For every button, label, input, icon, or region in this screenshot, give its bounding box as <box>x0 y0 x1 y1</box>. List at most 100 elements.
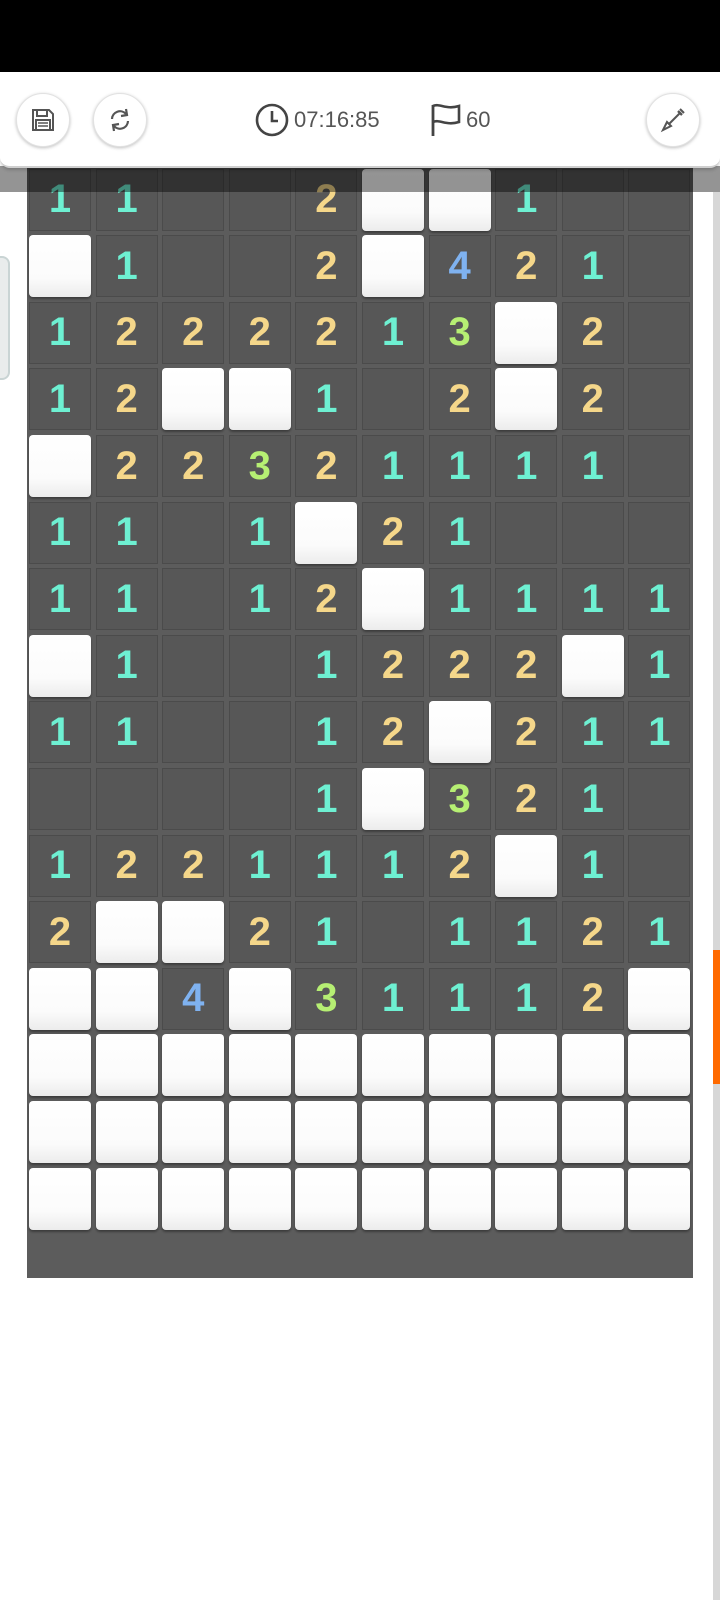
unopened-cell[interactable] <box>428 1034 491 1097</box>
number-cell[interactable]: 1 <box>561 768 624 830</box>
unopened-cell[interactable] <box>495 834 558 897</box>
number-cell[interactable]: 2 <box>561 967 624 1030</box>
number-cell[interactable]: 1 <box>295 634 358 697</box>
unopened-cell[interactable] <box>428 1167 491 1230</box>
unopened-cell[interactable] <box>162 901 225 964</box>
number-cell[interactable]: 2 <box>362 501 424 564</box>
empty-cell[interactable] <box>362 368 424 431</box>
number-cell[interactable]: 1 <box>495 901 558 964</box>
unopened-cell[interactable] <box>295 1034 358 1097</box>
number-cell[interactable]: 2 <box>295 301 358 364</box>
unopened-cell[interactable] <box>95 1167 158 1230</box>
number-cell[interactable]: 2 <box>428 368 491 431</box>
number-cell[interactable]: 1 <box>628 568 691 631</box>
number-cell[interactable]: 2 <box>95 435 158 497</box>
empty-cell[interactable] <box>162 568 225 631</box>
unopened-cell[interactable] <box>228 1034 291 1097</box>
number-cell[interactable]: 3 <box>428 768 491 830</box>
number-cell[interactable]: 2 <box>295 568 358 631</box>
number-cell[interactable]: 1 <box>428 435 491 497</box>
number-cell[interactable]: 1 <box>29 368 91 431</box>
unopened-cell[interactable] <box>95 1101 158 1163</box>
number-cell[interactable]: 1 <box>228 568 291 631</box>
number-cell[interactable]: 2 <box>228 301 291 364</box>
unopened-cell[interactable] <box>362 768 424 830</box>
empty-cell[interactable] <box>628 368 691 431</box>
unopened-cell[interactable] <box>495 1101 558 1163</box>
number-cell[interactable]: 1 <box>561 701 624 764</box>
number-cell[interactable]: 1 <box>362 301 424 364</box>
number-cell[interactable]: 1 <box>428 901 491 964</box>
unopened-cell[interactable] <box>628 1167 691 1230</box>
unopened-cell[interactable] <box>295 1167 358 1230</box>
number-cell[interactable]: 1 <box>561 235 624 298</box>
empty-cell[interactable] <box>628 768 691 830</box>
unopened-cell[interactable] <box>29 235 91 298</box>
reset-button[interactable] <box>93 93 147 147</box>
number-cell[interactable]: 1 <box>561 834 624 897</box>
number-cell[interactable]: 1 <box>29 501 91 564</box>
number-cell[interactable]: 2 <box>495 768 558 830</box>
unopened-cell[interactable] <box>628 1101 691 1163</box>
number-cell[interactable]: 2 <box>561 368 624 431</box>
number-cell[interactable]: 3 <box>295 967 358 1030</box>
unopened-cell[interactable] <box>428 701 491 764</box>
number-cell[interactable]: 1 <box>295 701 358 764</box>
number-cell[interactable]: 1 <box>295 768 358 830</box>
unopened-cell[interactable] <box>295 1101 358 1163</box>
number-cell[interactable]: 4 <box>162 967 225 1030</box>
unopened-cell[interactable] <box>95 967 158 1030</box>
number-cell[interactable]: 2 <box>362 634 424 697</box>
empty-cell[interactable] <box>228 768 291 830</box>
unopened-cell[interactable] <box>29 967 91 1030</box>
number-cell[interactable]: 1 <box>628 901 691 964</box>
unopened-cell[interactable] <box>95 1034 158 1097</box>
unopened-cell[interactable] <box>162 368 225 431</box>
empty-cell[interactable] <box>228 701 291 764</box>
empty-cell[interactable] <box>162 768 225 830</box>
number-cell[interactable]: 2 <box>29 901 91 964</box>
scrollbar-thumb[interactable] <box>713 950 720 1084</box>
unopened-cell[interactable] <box>295 501 358 564</box>
side-drawer-handle[interactable] <box>0 256 10 380</box>
number-cell[interactable]: 2 <box>561 901 624 964</box>
number-cell[interactable]: 2 <box>495 235 558 298</box>
unopened-cell[interactable] <box>228 368 291 431</box>
empty-cell[interactable] <box>29 768 91 830</box>
dig-tool-button[interactable] <box>646 93 700 147</box>
number-cell[interactable]: 1 <box>95 235 158 298</box>
number-cell[interactable]: 1 <box>495 435 558 497</box>
number-cell[interactable]: 2 <box>295 235 358 298</box>
number-cell[interactable]: 1 <box>362 967 424 1030</box>
number-cell[interactable]: 2 <box>428 834 491 897</box>
minesweeper-board[interactable]: 1112321111121124211222213212122223211111… <box>27 146 693 1278</box>
number-cell[interactable]: 1 <box>628 634 691 697</box>
number-cell[interactable]: 4 <box>428 235 491 298</box>
unopened-cell[interactable] <box>495 1167 558 1230</box>
unopened-cell[interactable] <box>162 1167 225 1230</box>
empty-cell[interactable] <box>228 235 291 298</box>
empty-cell[interactable] <box>628 301 691 364</box>
number-cell[interactable]: 2 <box>228 901 291 964</box>
number-cell[interactable]: 2 <box>495 634 558 697</box>
number-cell[interactable]: 1 <box>29 834 91 897</box>
empty-cell[interactable] <box>628 435 691 497</box>
unopened-cell[interactable] <box>162 1034 225 1097</box>
unopened-cell[interactable] <box>228 1167 291 1230</box>
unopened-cell[interactable] <box>29 1034 91 1097</box>
number-cell[interactable]: 1 <box>428 967 491 1030</box>
number-cell[interactable]: 1 <box>495 967 558 1030</box>
number-cell[interactable]: 2 <box>95 834 158 897</box>
unopened-cell[interactable] <box>561 1101 624 1163</box>
number-cell[interactable]: 1 <box>428 568 491 631</box>
save-button[interactable] <box>16 93 70 147</box>
number-cell[interactable]: 1 <box>362 834 424 897</box>
empty-cell[interactable] <box>162 501 225 564</box>
number-cell[interactable]: 1 <box>362 435 424 497</box>
unopened-cell[interactable] <box>95 901 158 964</box>
number-cell[interactable]: 1 <box>561 568 624 631</box>
empty-cell[interactable] <box>495 501 558 564</box>
unopened-cell[interactable] <box>29 1167 91 1230</box>
unopened-cell[interactable] <box>561 634 624 697</box>
number-cell[interactable]: 2 <box>95 301 158 364</box>
